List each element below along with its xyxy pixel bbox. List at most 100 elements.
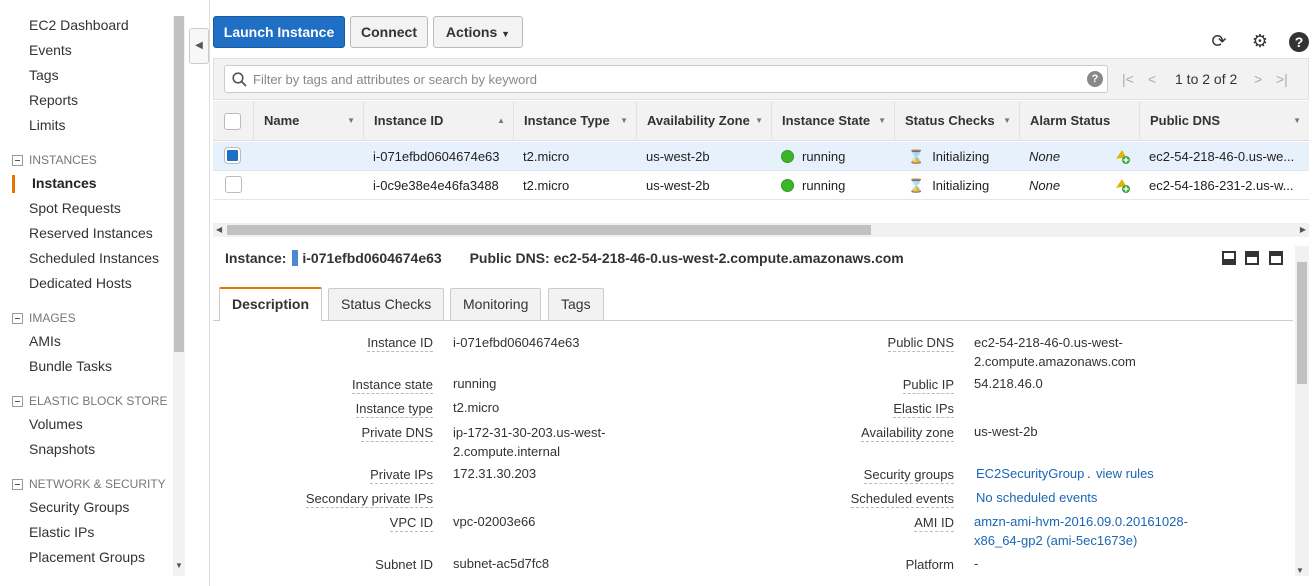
sidebar-item-reserved-instances[interactable]: Reserved Instances <box>29 225 153 241</box>
label-platform: Platform <box>905 557 954 572</box>
value-availability-zone: us-west-2b <box>974 424 1038 439</box>
first-page-icon[interactable]: |< <box>1122 71 1134 87</box>
scrollbar-thumb[interactable] <box>227 225 871 235</box>
refresh-icon[interactable]: ⟳ <box>1208 30 1230 52</box>
sidebar-item-reports[interactable]: Reports <box>29 92 78 108</box>
scroll-right-icon[interactable]: ▶ <box>1300 223 1306 237</box>
scroll-left-icon[interactable]: ◀ <box>216 223 222 237</box>
tab-status-checks[interactable]: Status Checks <box>328 288 445 320</box>
public-dns-value: ec2-54-218-46-0.us-west-2.compute.amazon… <box>553 250 904 266</box>
hourglass-icon: ⌛ <box>908 178 925 193</box>
col-availability-zone[interactable]: Availability Zone ▼ <box>637 101 772 141</box>
tab-tags[interactable]: Tags <box>548 288 604 320</box>
row-checkbox[interactable] <box>225 176 242 193</box>
collapse-sidebar-button[interactable]: ◀ <box>189 28 209 64</box>
pane-min-icon[interactable] <box>1222 251 1236 265</box>
scroll-down-icon[interactable]: ▼ <box>1296 566 1304 575</box>
value-platform: - <box>974 556 979 571</box>
sidebar-item-scheduled-instances[interactable]: Scheduled Instances <box>29 250 159 266</box>
table-row[interactable]: i-071efbd0604674e63 t2.micro us-west-2b … <box>213 142 1309 171</box>
section-images[interactable]: IMAGES <box>12 311 76 325</box>
label-public-ip: Public IP <box>902 377 954 394</box>
sidebar-item-spot-requests[interactable]: Spot Requests <box>29 200 121 216</box>
section-instances[interactable]: INSTANCES <box>12 153 97 167</box>
label-private-ips: Private IPs <box>370 467 433 484</box>
sidebar-item-bundle-tasks[interactable]: Bundle Tasks <box>29 358 112 374</box>
label-elastic-ips: Elastic IPs <box>893 401 954 418</box>
sidebar-item-placement-groups[interactable]: Placement Groups <box>29 549 145 565</box>
search-icon <box>232 72 247 87</box>
chevron-down-icon: ▼ <box>501 29 511 39</box>
detail-title: Instance: i-071efbd0604674e63 Public DNS… <box>225 250 904 266</box>
label-ami-id: AMI ID <box>914 515 954 532</box>
value-instance-state: running <box>453 376 497 391</box>
scrollbar-thumb[interactable] <box>174 16 184 352</box>
scroll-down-icon[interactable]: ▼ <box>173 560 185 572</box>
separator-dot: . <box>1087 466 1091 481</box>
label-instance-type: Instance type <box>355 401 433 418</box>
section-title: INSTANCES <box>29 153 97 167</box>
sidebar-item-tags[interactable]: Tags <box>29 67 59 83</box>
col-instance-type[interactable]: Instance Type ▼ <box>514 101 637 141</box>
search-input[interactable]: Filter by tags and attributes or search … <box>224 65 1108 93</box>
sidebar-item-security-groups[interactable]: Security Groups <box>29 499 129 515</box>
sidebar-item-instances[interactable]: Instances <box>32 175 97 191</box>
col-instance-state[interactable]: Instance State ▼ <box>772 101 895 141</box>
grid-horizontal-scrollbar[interactable]: ◀ ▶ <box>213 223 1309 237</box>
next-page-icon[interactable]: > <box>1254 71 1262 87</box>
security-group-link[interactable]: EC2SecurityGroup <box>976 464 1084 483</box>
col-instance-id[interactable]: Instance ID ▲ <box>364 101 514 141</box>
sidebar-item-dedicated-hosts[interactable]: Dedicated Hosts <box>29 275 132 291</box>
sidebar-item-limits[interactable]: Limits <box>29 117 66 133</box>
value-public-dns: ec2-54-218-46-0.us-west-2.compute.amazon… <box>974 335 1136 369</box>
sidebar-item-amis[interactable]: AMIs <box>29 333 61 349</box>
row-checkbox[interactable] <box>224 147 241 164</box>
col-name[interactable]: Name ▼ <box>254 101 364 141</box>
tab-monitoring[interactable]: Monitoring <box>450 288 542 320</box>
collapse-icon <box>12 312 23 324</box>
last-page-icon[interactable]: >| <box>1276 71 1288 87</box>
gear-icon[interactable]: ⚙ <box>1249 30 1271 52</box>
select-all-cell <box>213 101 254 141</box>
launch-instance-button[interactable]: Launch Instance <box>213 16 345 48</box>
sidebar-item-ec2-dashboard[interactable]: EC2 Dashboard <box>29 17 129 33</box>
scrollbar-thumb[interactable] <box>1297 262 1307 384</box>
col-public-dns[interactable]: Public DNS ▼ <box>1140 101 1309 141</box>
section-ebs[interactable]: ELASTIC BLOCK STORE <box>12 394 168 408</box>
instance-color-marker <box>292 250 299 266</box>
collapse-icon <box>12 478 23 490</box>
detail-vertical-scrollbar[interactable] <box>1295 246 1309 576</box>
view-rules-link[interactable]: view rules <box>1096 464 1154 483</box>
sidebar-item-snapshots[interactable]: Snapshots <box>29 441 95 457</box>
value-vpc-id: vpc-02003e66 <box>453 514 536 529</box>
sidebar-item-elastic-ips[interactable]: Elastic IPs <box>29 524 94 540</box>
section-network-security[interactable]: NETWORK & SECURITY <box>12 477 166 491</box>
alarm-add-icon[interactable] <box>1113 147 1131 168</box>
tab-description[interactable]: Description <box>219 287 323 321</box>
label-private-dns: Private DNS <box>361 425 433 442</box>
col-alarm-status[interactable]: Alarm Status <box>1020 101 1140 141</box>
sidebar-item-volumes[interactable]: Volumes <box>29 416 83 432</box>
cell-status-checks: ⌛ Initializing <box>908 149 990 164</box>
sidebar-item-events[interactable]: Events <box>29 42 72 58</box>
col-status-checks[interactable]: Status Checks ▼ <box>895 101 1020 141</box>
connect-button[interactable]: Connect <box>350 16 428 48</box>
chevron-down-icon: ▼ <box>1003 116 1011 125</box>
prev-page-icon[interactable]: < <box>1148 71 1156 87</box>
pane-max-icon[interactable] <box>1269 251 1283 265</box>
sidebar-scrollbar[interactable] <box>173 16 185 576</box>
ami-id-link[interactable]: amzn-ami-hvm-2016.09.0.20161028-x86_64-g… <box>974 512 1199 550</box>
pane-split-icon[interactable] <box>1245 251 1259 265</box>
search-help-icon[interactable]: ? <box>1087 71 1103 87</box>
help-icon[interactable]: ? <box>1288 30 1310 52</box>
collapse-icon <box>12 154 23 166</box>
section-title: ELASTIC BLOCK STORE <box>29 394 168 408</box>
cell-instance-type: t2.micro <box>523 178 570 193</box>
select-all-checkbox[interactable] <box>224 113 241 130</box>
actions-dropdown[interactable]: Actions ▼ <box>433 16 523 48</box>
label-security-groups: Security groups <box>863 467 954 484</box>
alarm-add-icon[interactable] <box>1113 176 1131 197</box>
scheduled-events-link[interactable]: No scheduled events <box>976 488 1097 507</box>
table-row[interactable]: i-0c9e38e4e46fa3488 t2.micro us-west-2b … <box>213 171 1309 200</box>
cell-state: running <box>781 178 845 193</box>
